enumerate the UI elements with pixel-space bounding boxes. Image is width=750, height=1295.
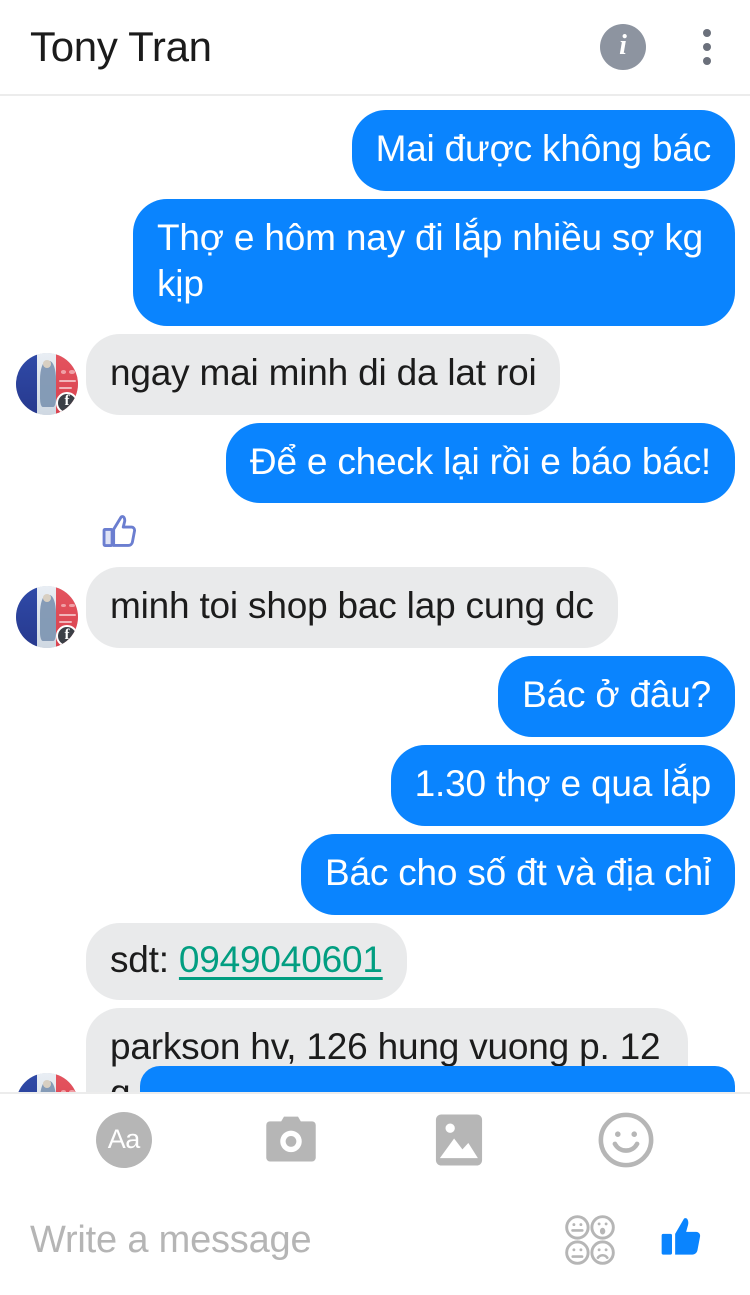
avatar-band-right	[55, 1072, 78, 1092]
thumbs-up-reaction-icon[interactable]	[96, 511, 142, 557]
menu-dot-3	[703, 57, 711, 65]
message-row: 1.30 thợ e qua lắp	[0, 745, 750, 826]
message-row: f minh toi shop bac lap cung dc	[0, 567, 750, 649]
message-input-bar[interactable]: Write a message	[0, 1185, 750, 1295]
menu-dot-2	[703, 43, 711, 51]
messenger-chat-screen: Tony Tran i Mai được không bác Thợ e hôm…	[0, 0, 750, 1295]
message-bubble-outgoing[interactable]: Thợ e hôm nay đi lắp nhiều sợ kg kịp	[133, 198, 735, 326]
message-bubble-outgoing[interactable]: 1.30 thợ e qua lắp	[390, 745, 735, 826]
avatar-detail-dot	[69, 1089, 75, 1092]
message-thread[interactable]: Mai được không bác Thợ e hôm nay đi lắp …	[0, 96, 750, 1092]
message-row: Thợ e hôm nay đi lắp nhiều sợ kg kịp	[0, 198, 750, 326]
message-row: Để e check lại rồi e báo bác!	[0, 422, 750, 504]
message-row: Bác cho số đt và địa chỉ	[0, 834, 750, 915]
aa-icon: Aa	[95, 1111, 152, 1168]
thumbs-up-icon[interactable]	[654, 1211, 708, 1269]
message-row: Bác ở đâu?	[0, 656, 750, 738]
sdt-label: sdt:	[110, 938, 179, 980]
avatar-band-left	[16, 586, 38, 649]
message-row: f ngay mai minh di da lat roi	[0, 333, 750, 415]
avatar-head	[42, 593, 52, 602]
avatar-detail-dot	[69, 369, 75, 374]
overflow-menu-icon[interactable]	[690, 24, 724, 70]
facebook-badge-icon: f	[56, 391, 78, 414]
avatar-detail-dot	[60, 369, 67, 374]
smiley-icon	[598, 1112, 654, 1167]
message-bubble-outgoing[interactable]: Bác cho số đt và địa chỉ	[301, 834, 735, 915]
avatar[interactable]: f	[16, 1072, 78, 1092]
info-icon-glyph: i	[619, 30, 627, 61]
camera-icon	[266, 1116, 316, 1161]
message-bubble-outgoing[interactable]: Để e check lại rồi e báo bác!	[225, 422, 735, 504]
message-bubble-incoming[interactable]: ngay mai minh di da lat roi	[86, 333, 561, 415]
message-bubble-outgoing[interactable]: Mai được không bác	[351, 110, 735, 191]
page-title[interactable]: Tony Tran	[30, 23, 600, 71]
phone-number-link[interactable]: 0949040601	[179, 939, 383, 980]
avatar[interactable]: f	[16, 352, 78, 415]
menu-dot-1	[703, 29, 711, 37]
avatar-person	[39, 594, 56, 641]
camera-button[interactable]	[260, 1109, 322, 1171]
avatar-detail-line	[59, 620, 72, 624]
message-bubble-incoming[interactable]: sdt: 0949040601	[86, 922, 407, 1000]
avatar-band-left	[16, 352, 38, 415]
text-format-button[interactable]: Aa	[93, 1109, 155, 1171]
message-row: sdt: 0949040601	[0, 922, 750, 1000]
photo-icon	[435, 1113, 482, 1166]
avatar-band-left	[16, 1072, 38, 1092]
message-bubble-outgoing[interactable]: Bác ở đâu?	[498, 656, 735, 738]
avatar-detail-line	[59, 379, 76, 382]
avatar-person	[39, 361, 56, 408]
message-bubble-outgoing-partial[interactable]	[140, 1066, 735, 1092]
message-row: Mai được không bác	[0, 110, 750, 191]
chat-header: Tony Tran i	[0, 0, 750, 96]
gallery-button[interactable]	[428, 1109, 490, 1171]
avatar-detail-dot	[60, 1089, 67, 1092]
emoji-button[interactable]	[595, 1109, 657, 1171]
message-input[interactable]: Write a message	[30, 1219, 562, 1262]
composer-toolbar: Aa	[0, 1092, 750, 1185]
sticker-grid-icon[interactable]	[562, 1212, 618, 1268]
reaction-row	[0, 511, 750, 557]
avatar[interactable]: f	[16, 586, 78, 649]
avatar-detail-line	[59, 613, 76, 616]
message-bubble-incoming[interactable]: minh toi shop bac lap cung dc	[86, 567, 618, 649]
info-icon[interactable]: i	[600, 24, 646, 70]
